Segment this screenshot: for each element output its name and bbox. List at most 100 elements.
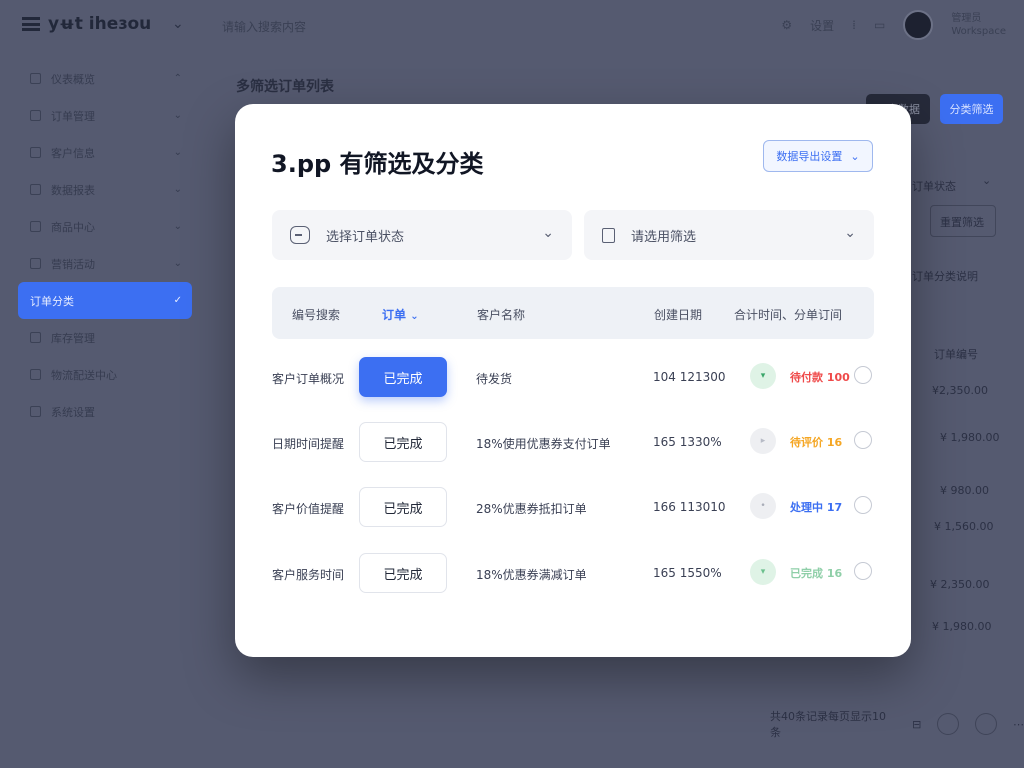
brand-name: yʉt iheɜou bbox=[48, 14, 152, 34]
col-header-date[interactable]: 创建日期 bbox=[654, 306, 702, 323]
sidebar-item-7[interactable]: 库存管理 bbox=[18, 319, 192, 356]
sidebar-item-label: 订单分类 bbox=[30, 294, 74, 308]
sidebar-item-label: 物流配送中心 bbox=[51, 368, 117, 382]
square-icon bbox=[30, 73, 41, 84]
brand-logo[interactable]: yʉt iheɜou bbox=[22, 14, 151, 34]
top-right-tools: ⚙ 设置 ⁞ ▭ 管理员 Workspace bbox=[781, 10, 1006, 40]
sidebar-item-1[interactable]: 订单管理 ⌄ bbox=[18, 97, 192, 134]
bell-icon[interactable]: ▭ bbox=[874, 18, 885, 32]
modal-action-label: 数据导出设置 bbox=[776, 150, 843, 163]
menu-logo-icon bbox=[22, 17, 40, 31]
user-info[interactable]: 管理员 Workspace bbox=[951, 12, 1006, 38]
sidebar-item-2[interactable]: 客户信息 ⌄ bbox=[18, 134, 192, 171]
sidebar-item-6[interactable]: 订单分类 ✓ bbox=[18, 282, 192, 319]
table-row[interactable]: 客户订单概况 已完成 待发货 104 121300 ▾ 待付款 100 bbox=[272, 357, 874, 401]
col-header-customer[interactable]: 客户名称 bbox=[477, 306, 525, 323]
sidebar-item-label: 客户信息 bbox=[51, 146, 95, 160]
sidebar: 仪表概览 ⌃ 订单管理 ⌄ 客户信息 ⌄ 数据报表 ⌄ 商品中心 ⌄ 营销活动 ⌄ 订单分类… bbox=[0, 60, 206, 430]
state-dot-icon: ▾ bbox=[750, 363, 776, 389]
date-filter-placeholder: 请选用筛选 bbox=[631, 229, 697, 245]
chevron-down-icon: ⌄ bbox=[410, 311, 419, 322]
square-icon bbox=[30, 258, 41, 269]
page-title: 多筛选订单列表 bbox=[236, 79, 334, 95]
sidebar-item-3[interactable]: 数据报表 ⌄ bbox=[18, 171, 192, 208]
square-icon bbox=[30, 147, 41, 158]
next-page-button[interactable] bbox=[975, 713, 998, 735]
chevron-down-icon: ⌄ bbox=[850, 149, 860, 163]
row-select-radio[interactable] bbox=[854, 562, 872, 580]
modal-action-button[interactable]: 数据导出设置 ⌄ bbox=[763, 140, 873, 172]
row-amount: 165 1330% bbox=[653, 435, 722, 449]
sidebar-item-8[interactable]: 物流配送中心 bbox=[18, 356, 192, 393]
chevron-up-icon: ⌃ bbox=[173, 73, 182, 84]
chevron-down-icon: ⌄ bbox=[844, 225, 856, 241]
sidebar-item-4[interactable]: 商品中心 ⌄ bbox=[18, 208, 192, 245]
status-filter-select[interactable]: 选择订单状态 ⌄ bbox=[272, 210, 572, 260]
chevron-down-icon[interactable]: ⌄ bbox=[982, 174, 991, 187]
row-desc: 18%使用优惠券支付订单 bbox=[476, 437, 611, 451]
status-button[interactable]: 已完成 bbox=[359, 487, 447, 527]
sidebar-item-0[interactable]: 仪表概览 ⌃ bbox=[18, 60, 192, 97]
sidebar-item-9[interactable]: 系统设置 bbox=[18, 393, 192, 430]
user-name: 管理员 bbox=[951, 13, 982, 24]
filter-button[interactable]: 分类筛选 bbox=[940, 94, 1003, 124]
top-search-text[interactable]: 请输入搜索内容 bbox=[222, 18, 306, 35]
chevron-down-icon: ⌄ bbox=[173, 110, 182, 121]
state-dot-icon: • bbox=[750, 493, 776, 519]
chevron-down-icon: ⌄ bbox=[542, 225, 554, 241]
bg-note: 订单分类说明 bbox=[912, 270, 978, 283]
status-button[interactable]: 已完成 bbox=[359, 553, 447, 593]
table-row[interactable]: 日期时间提醒 已完成 18%使用优惠券支付订单 165 1330% ▸ 待评价 … bbox=[272, 422, 874, 466]
sidebar-item-label: 系统设置 bbox=[51, 405, 95, 419]
status-button[interactable]: 已完成 bbox=[359, 422, 447, 462]
pagination: 共40条记录每页显示10条 ⊟ ⋯ bbox=[770, 708, 1024, 740]
status-filter-placeholder: 选择订单状态 bbox=[326, 229, 405, 245]
setting-label[interactable]: 设置 bbox=[810, 17, 834, 34]
status-badge: 待评价 16 bbox=[790, 436, 843, 449]
square-icon bbox=[30, 184, 41, 195]
avatar[interactable] bbox=[903, 10, 934, 40]
state-dot-icon: ▾ bbox=[750, 559, 776, 585]
modal-title: 3.pp 有筛选及分类 bbox=[271, 150, 484, 178]
gear-icon[interactable]: ⚙ bbox=[781, 18, 792, 32]
bg-cell: ¥ 1,980.00 bbox=[940, 431, 1000, 444]
row-name: 客户价值提醒 bbox=[272, 502, 345, 516]
row-desc: 待发货 bbox=[476, 372, 513, 386]
table-row[interactable]: 客户服务时间 已完成 18%优惠券满减订单 165 1550% ▾ 已完成 16 bbox=[272, 553, 874, 597]
row-select-radio[interactable] bbox=[854, 366, 872, 384]
status-badge: 已完成 16 bbox=[790, 567, 843, 580]
bg-col-header: 订单编号 bbox=[934, 348, 978, 361]
bg-cell: ¥ 2,350.00 bbox=[930, 578, 990, 591]
page-size-icon[interactable]: ⋯ bbox=[1013, 718, 1024, 731]
row-select-radio[interactable] bbox=[854, 431, 872, 449]
row-select-radio[interactable] bbox=[854, 496, 872, 514]
check-icon: ✓ bbox=[173, 295, 182, 306]
status-button[interactable]: 已完成 bbox=[359, 357, 447, 397]
bg-cell: ¥ 1,560.00 bbox=[934, 520, 994, 533]
state-dot-icon: ▸ bbox=[750, 428, 776, 454]
divider-icon: ⁞ bbox=[852, 18, 856, 32]
status-badge: 处理中 17 bbox=[790, 501, 843, 514]
row-name: 日期时间提醒 bbox=[272, 437, 345, 451]
date-filter-select[interactable]: 请选用筛选 ⌄ bbox=[584, 210, 874, 260]
bg-cell: ¥2,350.00 bbox=[932, 384, 988, 397]
sidebar-item-label: 订单管理 bbox=[51, 109, 95, 123]
row-desc: 28%优惠券抵扣订单 bbox=[476, 502, 587, 516]
prev-page-icon[interactable]: ⊟ bbox=[912, 718, 921, 731]
col-header-id[interactable]: 编号搜索 bbox=[292, 306, 340, 323]
chevron-down-icon: ⌄ bbox=[173, 258, 182, 269]
search-icon bbox=[290, 226, 310, 244]
chevron-down-icon: ⌄ bbox=[173, 147, 182, 158]
table-row[interactable]: 客户价值提醒 已完成 28%优惠券抵扣订单 166 113010 • 处理中 1… bbox=[272, 487, 874, 531]
chevron-down-icon[interactable]: ⌄ bbox=[172, 16, 184, 32]
col-header-order[interactable]: 订单 ⌄ bbox=[382, 306, 419, 323]
status-badge: 待付款 100 bbox=[790, 371, 850, 384]
page-button[interactable] bbox=[937, 713, 960, 735]
row-name: 客户订单概况 bbox=[272, 372, 345, 386]
row-amount: 165 1550% bbox=[653, 566, 722, 580]
col-header-time[interactable]: 合计时间、分单订间 bbox=[734, 306, 842, 323]
bg-cell: ¥ 1,980.00 bbox=[932, 620, 992, 633]
pagination-text: 共40条记录每页显示10条 bbox=[770, 710, 886, 739]
sidebar-item-5[interactable]: 营销活动 ⌄ bbox=[18, 245, 192, 282]
square-icon bbox=[30, 332, 41, 343]
